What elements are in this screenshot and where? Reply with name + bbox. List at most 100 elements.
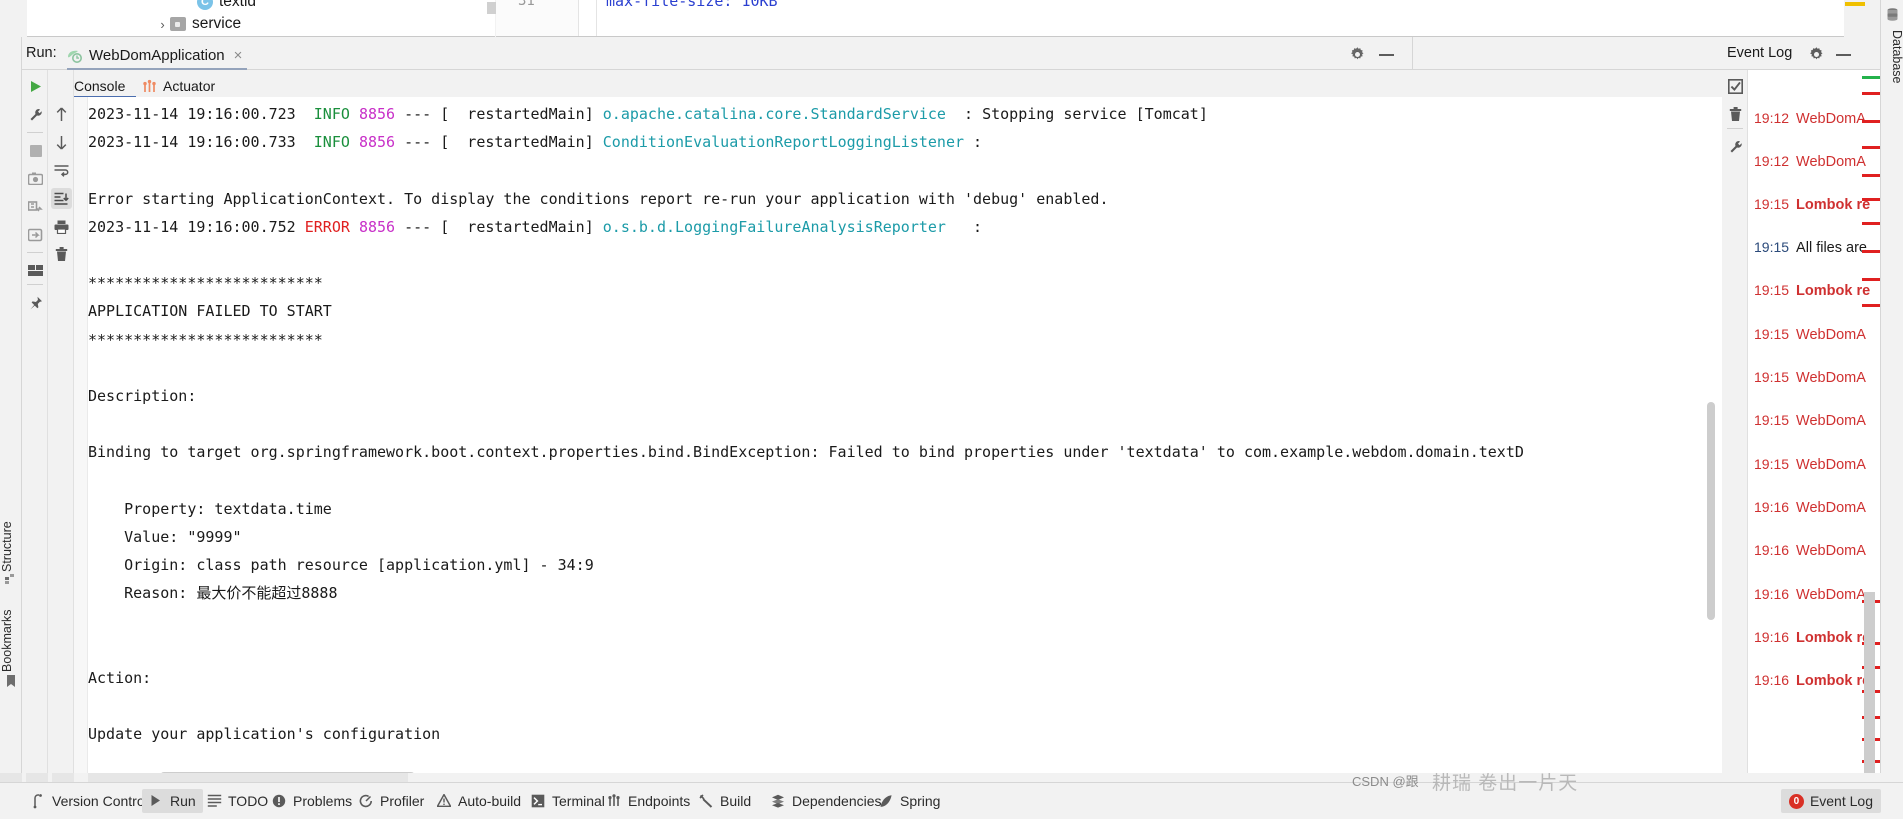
close-icon[interactable]: ×	[234, 47, 243, 64]
run-configuration-tab[interactable]: WebDomApplication ×	[66, 42, 242, 69]
pin-icon[interactable]	[25, 292, 46, 313]
mark-all-read-icon[interactable]	[1725, 76, 1746, 97]
stripe-marker-error[interactable]	[1862, 222, 1880, 225]
event-log-entry[interactable]: 19:15 WebDomA	[1754, 326, 1880, 346]
event-log-entry[interactable]: 19:15 Lombok re	[1754, 282, 1880, 302]
sidebar-item-version-control[interactable]: Version Control	[24, 789, 155, 813]
tree-scrollbar-thumb[interactable]	[487, 2, 496, 14]
sidebar-item-dependencies[interactable]: Dependencies	[764, 789, 889, 813]
event-log-entry[interactable]: 19:15 WebDomA	[1754, 456, 1880, 476]
event-time: 19:16	[1754, 499, 1790, 515]
status-event-log-button[interactable]: 0 Event Log	[1780, 789, 1881, 813]
event-log-list[interactable]: 19:12 WebDomA 19:12 WebDomA 19:15 Lombok re 19…	[1748, 70, 1880, 782]
console-line: Origin: class path resource [application…	[88, 551, 1678, 579]
console-text[interactable]: 2023-11-14 19:16:00.723 INFO 8856 --- [ …	[88, 97, 1678, 782]
stripe-marker-error[interactable]	[1862, 146, 1880, 149]
clear-all-icon[interactable]	[1725, 104, 1746, 125]
debug-step-icon[interactable]	[25, 196, 46, 217]
spring-boot-icon	[66, 48, 83, 64]
run-toolwindow-header: Run: WebDomApplication ×	[22, 37, 1722, 71]
console-output-panel[interactable]: 2023-11-14 19:16:00.723 INFO 8856 --- [ …	[74, 97, 1722, 782]
sidebar-item-profiler[interactable]: Profiler	[352, 789, 431, 813]
rerun-icon[interactable]	[25, 76, 46, 97]
console-segment: --- [ restartedMain]	[395, 217, 603, 236]
profiler-icon	[359, 794, 374, 809]
event-time: 19:16	[1754, 629, 1790, 645]
terminal-icon	[531, 794, 546, 809]
stop-icon[interactable]	[25, 140, 46, 161]
tree-item-service[interactable]: › service	[155, 13, 241, 35]
console-segment: **************************	[88, 330, 323, 349]
settings-wrench-icon[interactable]	[1725, 136, 1746, 157]
gear-icon[interactable]	[1808, 46, 1825, 63]
project-tree-panel[interactable]: C textid › service	[27, 0, 495, 37]
tree-item-textid[interactable]: C textid	[197, 0, 256, 13]
stripe-marker-error[interactable]	[1862, 198, 1880, 201]
event-log-entry[interactable]: 19:15 WebDomA	[1754, 369, 1880, 389]
problems-icon	[272, 794, 287, 809]
status-item-label: TODO	[228, 793, 269, 809]
export-icon[interactable]	[25, 224, 46, 245]
stripe-marker-error[interactable]	[1862, 250, 1880, 253]
stripe-marker-error[interactable]	[1862, 92, 1880, 95]
editor-code-line[interactable]: max-file-size: 10KB	[606, 0, 778, 10]
console-segment: Value: "9999"	[88, 527, 242, 546]
print-icon[interactable]	[51, 216, 72, 237]
event-log-entry[interactable]: 19:16 WebDomA	[1754, 586, 1880, 606]
event-log-entry[interactable]: 19:16 Lombok re	[1754, 629, 1880, 649]
console-vertical-scrollbar[interactable]	[1704, 97, 1717, 782]
sidebar-item-auto-build[interactable]: Auto-build	[430, 789, 528, 813]
sidebar-item-database[interactable]: Database	[1881, 30, 1903, 122]
down-arrow-icon[interactable]	[51, 132, 72, 153]
sidebar-item-run[interactable]: Run	[142, 789, 203, 813]
settings-wrench-icon[interactable]	[25, 104, 46, 125]
code-editor-preview[interactable]: 31 max-file-size: 10KB	[496, 0, 1844, 37]
scrollbar-thumb[interactable]	[1707, 402, 1715, 620]
event-log-entry[interactable]: 19:16 Lombok re	[1754, 672, 1880, 692]
event-time: 19:12	[1754, 110, 1790, 126]
tab-console[interactable]: Console	[74, 74, 125, 97]
event-log-entry[interactable]: 19:12 WebDomA	[1754, 153, 1880, 173]
warning-stripe-marker[interactable]	[1845, 2, 1865, 6]
actuator-icon	[142, 79, 157, 93]
sidebar-item-build[interactable]: Build	[692, 789, 758, 813]
trash-icon[interactable]	[51, 244, 72, 265]
event-log-entry[interactable]: 19:15 All files are	[1754, 239, 1880, 259]
sidebar-item-problems[interactable]: Problems	[265, 789, 359, 813]
console-line: Value: "9999"	[88, 523, 1678, 551]
folder-icon	[170, 17, 186, 31]
chevron-right-icon[interactable]: ›	[155, 17, 170, 32]
event-log-entry[interactable]: 19:15 WebDomA	[1754, 412, 1880, 432]
console-segment: 2023-11-14 19:16:00.723	[88, 105, 314, 123]
screenshot-icon[interactable]	[25, 168, 46, 189]
sidebar-item-endpoints[interactable]: Endpoints	[600, 789, 697, 813]
sidebar-item-bookmarks[interactable]: Bookmarks	[0, 582, 22, 672]
scroll-to-end-icon[interactable]	[51, 188, 72, 209]
minimize-icon[interactable]	[1379, 54, 1394, 56]
event-log-entry[interactable]: 19:16 WebDomA	[1754, 499, 1880, 519]
gear-icon[interactable]	[1349, 46, 1366, 63]
console-line: 2023-11-14 19:16:00.733 INFO 8856 --- [ …	[88, 128, 1678, 156]
stripe-marker-ok[interactable]	[1862, 76, 1880, 79]
stripe-marker-error[interactable]	[1862, 174, 1880, 177]
layout-icon[interactable]	[25, 260, 46, 281]
tree-item-label: service	[192, 15, 242, 32]
up-arrow-icon[interactable]	[51, 104, 72, 125]
console-segment: 2023-11-14 19:16:00.752	[88, 217, 305, 236]
event-log-panel: Event Log 19:12 WebDomA 19:12 WebDomA 19…	[1722, 37, 1880, 782]
event-log-entry[interactable]: 19:16 WebDomA	[1754, 542, 1880, 562]
sidebar-item-todo[interactable]: TODO	[200, 789, 275, 813]
scrollbar-thumb[interactable]	[1864, 592, 1875, 782]
stripe-marker-error[interactable]	[1862, 304, 1880, 307]
stripe-marker-error[interactable]	[1862, 120, 1880, 123]
minimize-icon[interactable]	[1836, 54, 1851, 56]
console-line: APPLICATION FAILED TO START	[88, 297, 1678, 325]
stripe-marker-error[interactable]	[1862, 278, 1880, 281]
sidebar-item-spring[interactable]: Spring	[872, 789, 947, 813]
sidebar-item-structure[interactable]: Structure	[0, 492, 22, 572]
soft-wrap-icon[interactable]	[51, 160, 72, 181]
sidebar-item-terminal[interactable]: Terminal	[524, 789, 612, 813]
tab-actuator[interactable]: Actuator	[142, 74, 215, 97]
